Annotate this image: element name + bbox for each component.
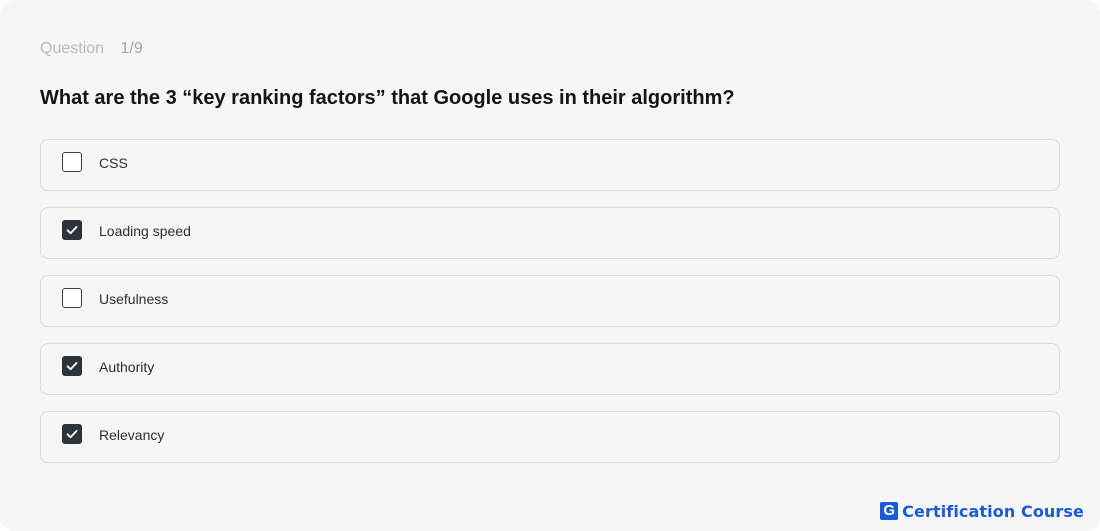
check-icon [66,226,78,235]
question-counter: Question 1/9 [40,40,143,58]
option-label: Relevancy [99,427,165,443]
option-label: Loading speed [99,223,191,239]
answer-option-authority[interactable]: Authority [40,343,1060,395]
option-label: CSS [99,155,128,171]
option-label: Authority [99,359,155,375]
answer-option-usefulness[interactable]: Usefulness [40,275,1060,327]
brand-g-icon: G [880,502,899,520]
answer-option-loading-speed[interactable]: Loading speed [40,207,1060,259]
checkbox[interactable] [62,288,82,308]
option-label: Usefulness [99,291,169,307]
checkbox[interactable] [62,220,82,240]
brand-name: Certification Course [902,501,1084,521]
checkbox[interactable] [62,424,82,444]
question-label: Question [40,40,105,57]
checkbox[interactable] [62,152,82,172]
answer-options: CSS Loading speed Usefulness Authority R [40,139,1060,479]
quiz-card: Question 1/9 What are the 3 “key ranking… [0,0,1100,531]
question-number: 1/9 [120,40,143,57]
brand-logo: G Certification Course [880,501,1084,521]
checkbox[interactable] [62,356,82,376]
check-icon [66,430,78,439]
check-icon [66,362,78,371]
answer-option-relevancy[interactable]: Relevancy [40,411,1060,463]
answer-option-css[interactable]: CSS [40,139,1060,191]
question-text: What are the 3 “key ranking factors” tha… [40,87,735,109]
